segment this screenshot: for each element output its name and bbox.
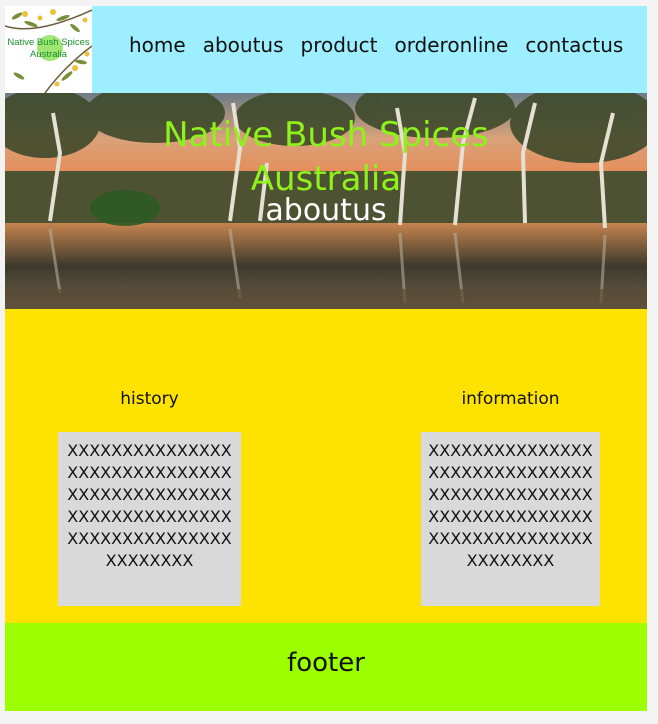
logo-text: Native Bush Spices Australia bbox=[7, 37, 90, 60]
site-logo[interactable]: Native Bush Spices Australia bbox=[5, 6, 92, 93]
hero-title-line1: Native Bush Spices bbox=[163, 115, 489, 155]
nav-home[interactable]: home bbox=[129, 32, 186, 58]
history-box: XXXXXXXXXXXXXXXXXXXXXXXXXXXXXXXXXXXXXXXX… bbox=[58, 432, 241, 606]
information-text: XXXXXXXXXXXXXXXXXXXXXXXXXXXXXXXXXXXXXXXX… bbox=[428, 441, 593, 570]
history-text: XXXXXXXXXXXXXXXXXXXXXXXXXXXXXXXXXXXXXXXX… bbox=[67, 441, 232, 570]
hero-subtitle: aboutus bbox=[265, 193, 387, 228]
information-box: XXXXXXXXXXXXXXXXXXXXXXXXXXXXXXXXXXXXXXXX… bbox=[421, 432, 600, 606]
content-section: history XXXXXXXXXXXXXXXXXXXXXXXXXXXXXXXX… bbox=[5, 309, 647, 623]
hero-banner: Native Bush Spices Australia aboutus bbox=[5, 93, 647, 309]
nav-contactus[interactable]: contactus bbox=[525, 32, 623, 58]
hero-title: Native Bush Spices Australia bbox=[5, 113, 647, 201]
nav-product[interactable]: product bbox=[301, 32, 378, 58]
nav-aboutus[interactable]: aboutus bbox=[203, 32, 284, 58]
nav-orderonline[interactable]: orderonline bbox=[394, 32, 508, 58]
main-nav: home aboutus product orderonline contact… bbox=[129, 32, 623, 58]
footer-text: footer bbox=[287, 648, 365, 678]
site-footer: footer bbox=[5, 623, 647, 711]
information-heading: information bbox=[461, 389, 560, 409]
history-heading: history bbox=[120, 389, 179, 409]
page: Native Bush Spices Australia home aboutu… bbox=[5, 6, 647, 711]
site-header: Native Bush Spices Australia home aboutu… bbox=[5, 6, 647, 93]
